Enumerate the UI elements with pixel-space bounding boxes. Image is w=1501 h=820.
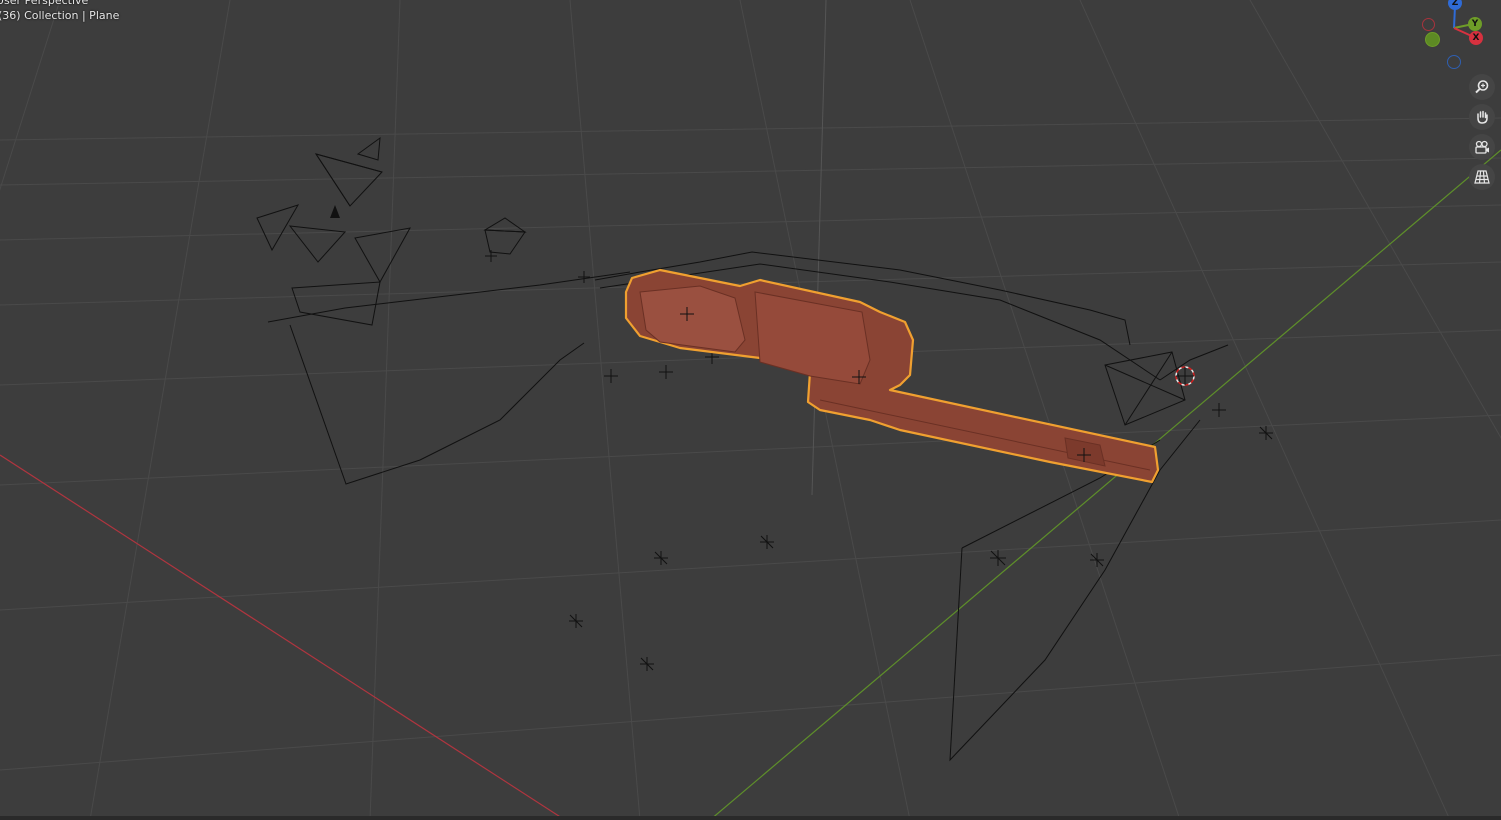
perspective-toggle-button[interactable] [1469,164,1495,190]
camera-cluster-left[interactable] [256,136,631,485]
gizmo-neg-z-ball[interactable] [1447,55,1461,69]
gizmo-z-label: Z [1451,0,1459,8]
perspective-grid-icon [1474,170,1490,184]
3d-viewport[interactable]: User Perspective (36) Collection | Plane… [0,0,1501,820]
gizmo-y-label: Y [1471,19,1479,29]
z-axis-line [811,0,827,496]
x-axis-line [0,454,566,820]
gizmo-x-ball[interactable]: X [1469,31,1483,45]
view-mode-label: User Perspective [0,0,89,7]
zoom-icon [1475,80,1489,94]
zoom-button[interactable] [1469,74,1495,100]
viewport-scene[interactable] [0,0,1501,820]
gizmo-x-label: X [1472,33,1480,43]
gizmo-y-ball[interactable]: Y [1468,17,1482,31]
3d-cursor-icon[interactable] [1175,366,1195,386]
pan-hand-icon [1477,110,1488,124]
camera-up-triangle [330,205,340,218]
gizmo-neg-x-ball[interactable] [1422,18,1435,31]
collection-object-label: (36) Collection | Plane [0,9,120,22]
gizmo-neg-y-ball[interactable] [1425,32,1440,47]
selected-mesh-plane[interactable] [624,268,1160,484]
camera-view-button[interactable] [1469,134,1495,160]
floor-grid [0,0,1501,820]
navigation-gizmo[interactable]: Z Y X [1418,0,1498,72]
pan-button[interactable] [1469,104,1495,130]
camera-view-icon [1475,140,1489,154]
y-axis-line [709,149,1501,820]
viewport-bottom-edge [0,816,1501,820]
